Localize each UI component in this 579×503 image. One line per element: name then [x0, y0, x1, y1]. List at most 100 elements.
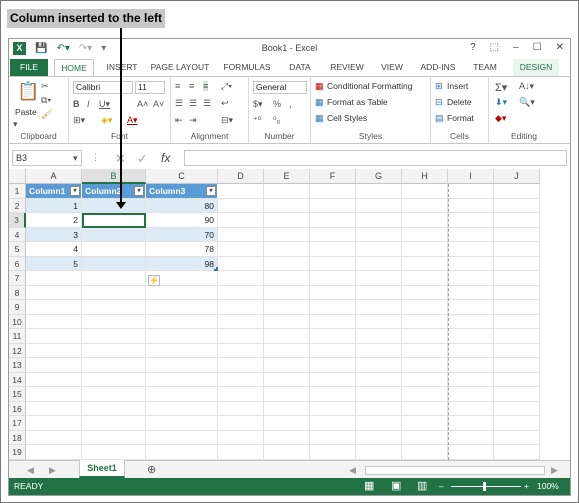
format-cells-button[interactable]: Format: [447, 113, 474, 123]
cell-i16[interactable]: [448, 401, 494, 416]
cell-e5[interactable]: [264, 242, 310, 257]
table-cell[interactable]: 3: [26, 227, 82, 242]
delete-cells-button[interactable]: Delete: [447, 97, 472, 107]
cell-b10[interactable]: [82, 314, 146, 329]
help-button[interactable]: ?: [470, 42, 476, 53]
row-header-15[interactable]: 15: [9, 387, 26, 402]
cell-e16[interactable]: [264, 401, 310, 416]
cell-d4[interactable]: [218, 227, 264, 242]
number-format-select[interactable]: General: [253, 81, 307, 94]
maximize-button[interactable]: ☐: [533, 42, 542, 53]
row-header-14[interactable]: 14: [9, 372, 26, 387]
cell-g16[interactable]: [356, 401, 402, 416]
italic-icon[interactable]: I: [87, 99, 90, 109]
delete-cells-icon[interactable]: ⊟: [435, 97, 443, 108]
underline-icon[interactable]: U▾: [99, 99, 110, 110]
table-resize-handle[interactable]: [214, 267, 218, 271]
table-cell[interactable]: 5: [26, 256, 82, 271]
grow-font-icon[interactable]: A˄: [137, 99, 148, 109]
row-header-4[interactable]: 4: [9, 227, 26, 242]
cell-c11[interactable]: [146, 329, 218, 344]
tab-data[interactable]: DATA: [285, 59, 315, 76]
cell-a8[interactable]: [26, 285, 82, 300]
cell-d10[interactable]: [218, 314, 264, 329]
cell-i7[interactable]: [448, 271, 494, 286]
cell-g19[interactable]: [356, 445, 402, 460]
cell-d7[interactable]: [218, 271, 264, 286]
cell-j5[interactable]: [494, 242, 540, 257]
cell-h4[interactable]: [402, 227, 448, 242]
cell-e1[interactable]: [264, 184, 310, 199]
row-header-7[interactable]: 7: [9, 271, 26, 286]
cell-f13[interactable]: [310, 358, 356, 373]
table-cell[interactable]: [82, 242, 146, 257]
cell-a13[interactable]: [26, 358, 82, 373]
cell-h7[interactable]: [402, 271, 448, 286]
cell-j1[interactable]: [494, 184, 540, 199]
decrease-decimal-icon[interactable]: ⁰₀: [273, 115, 280, 126]
cell-b16[interactable]: [82, 401, 146, 416]
table-header-cell[interactable]: Column2 ▾: [82, 184, 146, 199]
orientation-icon[interactable]: ⤢▾: [221, 81, 232, 92]
cell-b12[interactable]: [82, 343, 146, 358]
cell-g1[interactable]: [356, 184, 402, 199]
cell-f16[interactable]: [310, 401, 356, 416]
cell-b7[interactable]: [82, 271, 146, 286]
cell-f6[interactable]: [310, 256, 356, 271]
tab-review[interactable]: REVIEW: [327, 59, 367, 76]
cell-d16[interactable]: [218, 401, 264, 416]
cell-j17[interactable]: [494, 416, 540, 431]
table-cell[interactable]: [82, 256, 146, 271]
cell-e11[interactable]: [264, 329, 310, 344]
zoom-in-icon[interactable]: +: [524, 478, 529, 495]
row-header-3[interactable]: 3: [9, 213, 26, 228]
align-bottom-icon[interactable]: ≡: [203, 81, 209, 91]
cell-d9[interactable]: [218, 300, 264, 315]
cell-d3[interactable]: [218, 213, 264, 228]
cell-h6[interactable]: [402, 256, 448, 271]
cell-styles-icon[interactable]: ▦: [315, 113, 324, 124]
cell-c14[interactable]: [146, 372, 218, 387]
cell-a15[interactable]: [26, 387, 82, 402]
cell-e19[interactable]: [264, 445, 310, 460]
insert-cells-icon[interactable]: ⊞: [435, 81, 443, 92]
cell-d14[interactable]: [218, 372, 264, 387]
cell-f7[interactable]: [310, 271, 356, 286]
row-header-10[interactable]: 10: [9, 314, 26, 329]
cell-j7[interactable]: [494, 271, 540, 286]
cell-h13[interactable]: [402, 358, 448, 373]
cell-e8[interactable]: [264, 285, 310, 300]
table-cell[interactable]: 80: [146, 198, 218, 213]
table-cell[interactable]: 2: [26, 213, 82, 228]
cell-b18[interactable]: [82, 430, 146, 445]
filter-dropdown-icon[interactable]: ▾: [70, 186, 80, 196]
table-cell[interactable]: [82, 198, 146, 213]
cell-i17[interactable]: [448, 416, 494, 431]
format-painter-icon[interactable]: 🖌: [41, 109, 52, 120]
cell-f4[interactable]: [310, 227, 356, 242]
formula-input[interactable]: [184, 150, 567, 166]
table-cell[interactable]: 4: [26, 242, 82, 257]
cell-d2[interactable]: [218, 198, 264, 213]
prev-sheet-icon[interactable]: ◀: [27, 465, 34, 476]
name-box[interactable]: B3: [12, 150, 82, 166]
column-header-b[interactable]: B: [82, 169, 146, 184]
format-cells-icon[interactable]: ▤: [435, 113, 444, 124]
cell-c8[interactable]: [146, 285, 218, 300]
cell-f14[interactable]: [310, 372, 356, 387]
cell-g7[interactable]: [356, 271, 402, 286]
column-header-j[interactable]: J: [494, 169, 540, 184]
cell-f17[interactable]: [310, 416, 356, 431]
column-header-h[interactable]: H: [402, 169, 448, 184]
row-header-8[interactable]: 8: [9, 285, 26, 300]
row-header-16[interactable]: 16: [9, 401, 26, 416]
cell-d11[interactable]: [218, 329, 264, 344]
table-cell[interactable]: 70: [146, 227, 218, 242]
cell-f3[interactable]: [310, 213, 356, 228]
cell-d17[interactable]: [218, 416, 264, 431]
cell-f5[interactable]: [310, 242, 356, 257]
cell-a18[interactable]: [26, 430, 82, 445]
row-header-12[interactable]: 12: [9, 343, 26, 358]
zoom-slider[interactable]: [451, 486, 521, 487]
select-all-corner[interactable]: [9, 169, 26, 184]
